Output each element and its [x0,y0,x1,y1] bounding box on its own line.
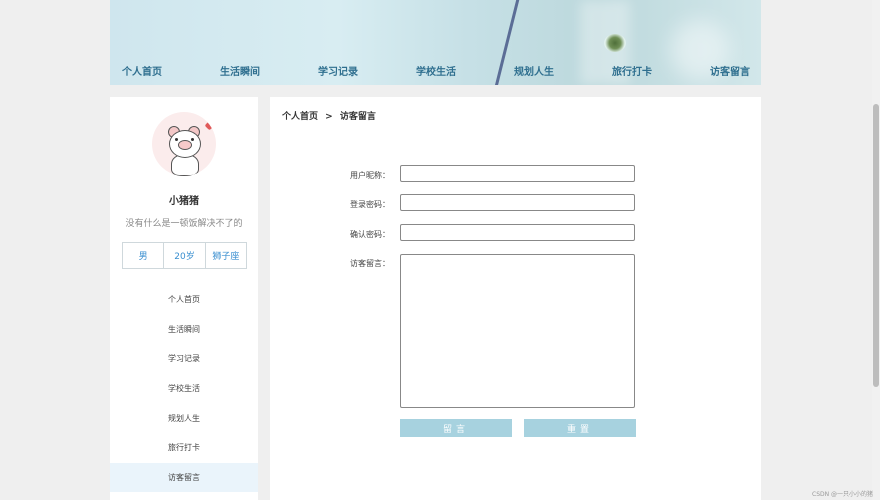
pig-icon [191,138,194,141]
profile-gender: 男 [123,243,165,268]
message-label: 访客留言： [350,259,390,268]
sidebar-item-life[interactable]: 生活瞬间 [110,315,258,345]
guestbook-panel: 个人首页 > 访客留言 用户昵称： 登录密码： 确认密码： 访客留言： 留言 重… [270,97,761,500]
heart-icon [204,120,215,131]
password-label: 登录密码： [350,200,390,209]
sidebar-item-home[interactable]: 个人首页 [110,285,258,315]
message-textarea[interactable] [400,254,635,408]
confirm-password-label: 确认密码： [350,230,390,239]
banner-flower [604,34,626,52]
sidebar-item-guestbook[interactable]: 访客留言 [110,462,258,493]
profile-zodiac: 狮子座 [212,252,240,262]
scrollbar[interactable] [872,0,880,500]
profile-motto: 没有什么是一顿饭解决不了的 [125,219,243,229]
confirm-password-input[interactable] [400,224,635,241]
pig-icon [175,138,178,141]
breadcrumb: 个人首页 > 访客留言 [282,109,380,122]
sidebar-item-school[interactable]: 学校生活 [110,374,258,404]
nickname-input[interactable] [400,165,635,182]
nickname-label: 用户昵称： [350,171,390,180]
sidebar-item-study[interactable]: 学习记录 [110,344,258,374]
scrollbar-thumb[interactable] [873,104,879,387]
nav-item-home[interactable]: 个人首页 [122,63,162,78]
breadcrumb-home[interactable]: 个人首页 [282,112,318,122]
profile-age: 20岁 [164,243,206,268]
profile-card: 小猪猪 没有什么是一顿饭解决不了的 男 20岁 狮子座 个人首页 生活瞬间 学习… [110,97,258,500]
nav-item-guestbook[interactable]: 访客留言 [710,63,750,78]
nav-item-school[interactable]: 学校生活 [416,63,456,78]
header-banner: 个人首页 生活瞬间 学习记录 学校生活 规划人生 旅行打卡 访客留言 [110,0,761,85]
nav-item-life[interactable]: 生活瞬间 [220,63,260,78]
sidebar-item-travel[interactable]: 旅行打卡 [110,433,258,463]
profile-name: 小猪猪 [169,196,199,207]
sidebar-menu: 个人首页 生活瞬间 学习记录 学校生活 规划人生 旅行打卡 访客留言 [110,285,258,493]
nav-item-plan[interactable]: 规划人生 [514,63,554,78]
reset-button[interactable]: 重置 [524,419,636,437]
pig-icon [178,140,192,150]
watermark: CSDN @一只小小的猪 [812,491,874,498]
sidebar-item-plan[interactable]: 规划人生 [110,403,258,433]
breadcrumb-current: 访客留言 [339,112,376,122]
nav-item-travel[interactable]: 旅行打卡 [612,63,652,78]
profile-info: 男 20岁 狮子座 [122,242,247,269]
avatar [152,112,216,176]
nav-item-study[interactable]: 学习记录 [318,63,358,78]
breadcrumb-separator: > [325,112,333,122]
submit-button[interactable]: 留言 [400,419,512,437]
password-input[interactable] [400,194,635,211]
